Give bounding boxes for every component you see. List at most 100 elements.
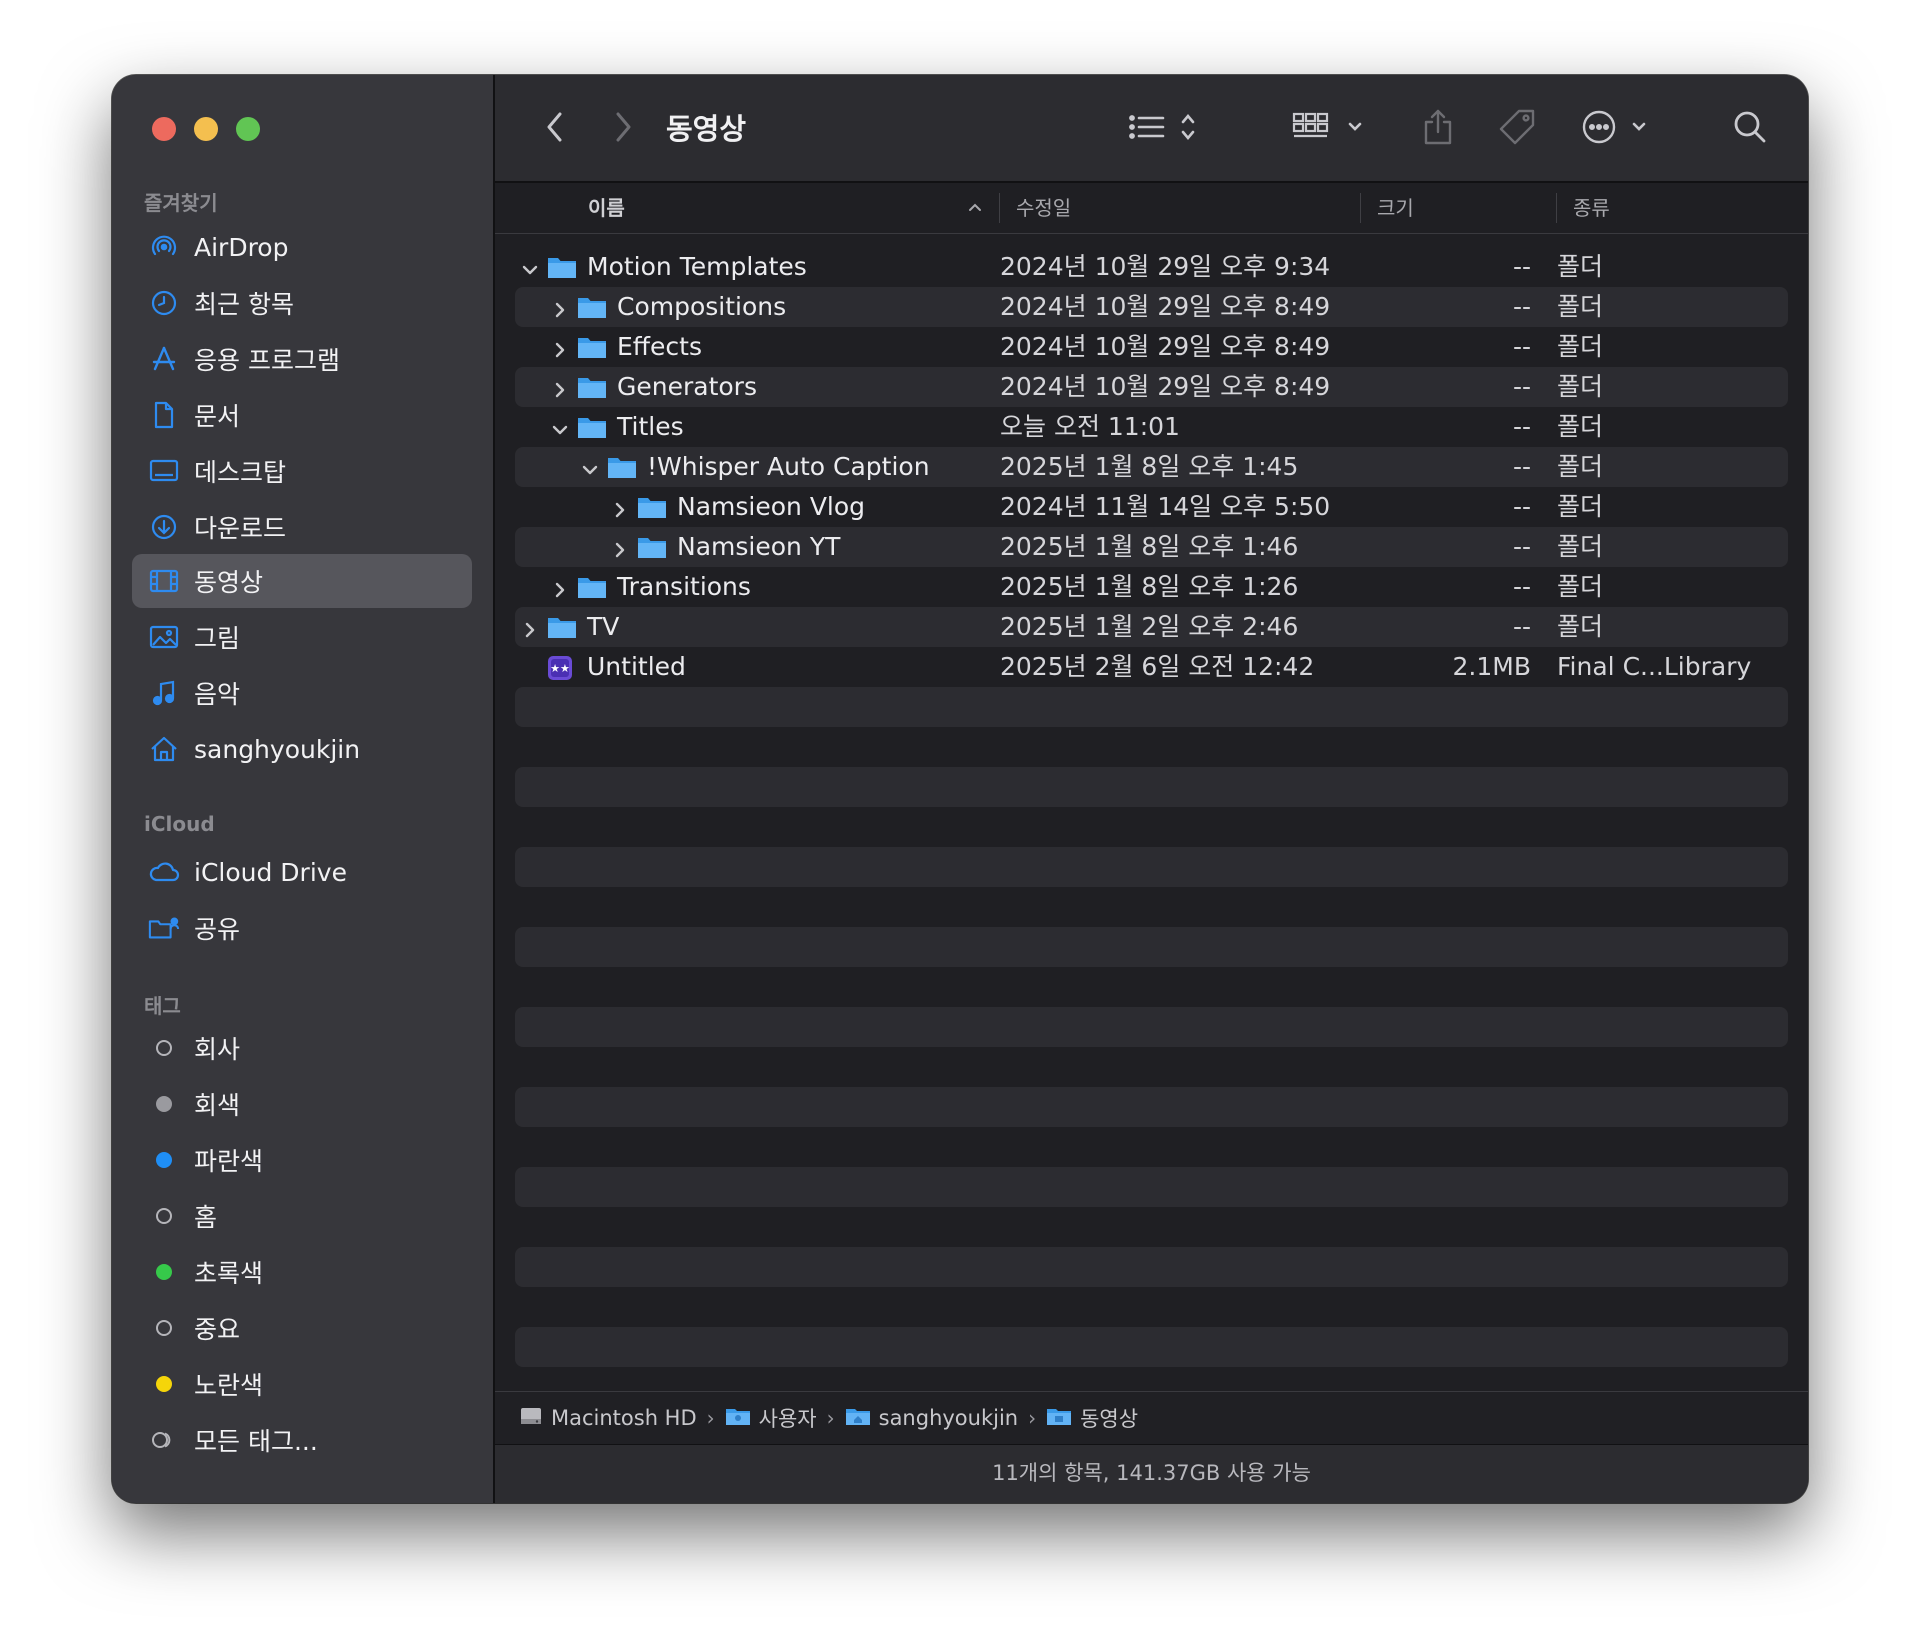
disclosure-expanded-icon[interactable] [520, 257, 540, 277]
empty-row [515, 1127, 1788, 1167]
sidebar-item-home[interactable]: sanghyoukjin [132, 722, 472, 776]
column-kind[interactable]: 종류 [1573, 183, 1610, 233]
file-row[interactable]: TV 2025년 1월 2일 오후 2:46 -- 폴더 [515, 607, 1788, 647]
forward-button[interactable] [603, 105, 643, 153]
zoom-button[interactable] [236, 117, 260, 141]
home-folder-icon [845, 1405, 871, 1432]
sidebar-item-label: 회색 [194, 1091, 241, 1120]
tag-button[interactable] [1495, 105, 1539, 153]
path-segment[interactable]: Macintosh HD [519, 1405, 697, 1432]
more-actions-button[interactable] [1581, 105, 1655, 153]
document-icon [148, 399, 180, 431]
column-modified[interactable]: 수정일 [1016, 183, 1071, 233]
minimize-button[interactable] [194, 117, 218, 141]
sidebar-tag-home[interactable]: 홈 [132, 1189, 472, 1243]
sidebar-item-documents[interactable]: 문서 [132, 388, 472, 442]
sidebar-item-label: 파란색 [194, 1147, 264, 1176]
sidebar-item-movies[interactable]: 동영상 [132, 554, 472, 608]
file-row[interactable]: Generators 2024년 10월 29일 오후 8:49 -- 폴더 [515, 367, 1788, 407]
column-header: 이름 수정일 크기 종류 [495, 183, 1808, 234]
file-date: 2025년 1월 8일 오후 1:26 [1000, 572, 1299, 601]
sidebar-item-downloads[interactable]: 다운로드 [132, 500, 472, 554]
disclosure-expanded-icon[interactable] [550, 417, 570, 437]
file-row[interactable]: !Whisper Auto Caption 2025년 1월 8일 오후 1:45… [515, 447, 1788, 487]
column-separator[interactable] [1360, 193, 1361, 223]
sidebar-tag-yellow[interactable]: 노란색 [132, 1357, 472, 1411]
folder-icon [607, 455, 637, 479]
disclosure-collapsed-icon[interactable] [550, 337, 570, 358]
sidebar-item-recents[interactable]: 최근 항목 [132, 276, 472, 330]
empty-row [515, 1247, 1788, 1287]
hard-drive-icon [519, 1405, 543, 1432]
sidebar-tag-blue[interactable]: 파란색 [132, 1133, 472, 1187]
group-by-button[interactable] [1291, 105, 1369, 153]
file-kind: 폴더 [1557, 532, 1604, 561]
empty-row [515, 927, 1788, 967]
file-row[interactable]: Transitions 2025년 1월 8일 오후 1:26 -- 폴더 [515, 567, 1788, 607]
back-button[interactable] [535, 105, 575, 153]
sidebar-item-icloud-drive[interactable]: iCloud Drive [132, 845, 472, 899]
path-segment[interactable]: 동영상 [1046, 1403, 1138, 1433]
sidebar-item-shared[interactable]: 공유 [132, 901, 472, 955]
disclosure-collapsed-icon[interactable] [550, 377, 570, 398]
folder-icon [637, 535, 667, 559]
sidebar-item-label: 동영상 [194, 568, 264, 597]
sidebar-tag-company[interactable]: 회사 [132, 1021, 472, 1075]
sidebar: 즐겨찾기 AirDrop 최근 항목 응용 프로그램 문서 데스크탑 다운로드 … [112, 75, 495, 1503]
file-row[interactable]: Motion Templates 2024년 10월 29일 오후 9:34 -- 폴… [515, 247, 1788, 287]
sidebar-item-music[interactable]: 음악 [132, 666, 472, 720]
sidebar-tag-all[interactable]: 모든 태그... [132, 1413, 472, 1467]
all-tags-icon [148, 1424, 180, 1456]
file-kind: 폴더 [1557, 252, 1604, 281]
disclosure-collapsed-icon[interactable] [610, 537, 630, 558]
column-separator[interactable] [999, 193, 1000, 223]
search-icon [1733, 110, 1767, 148]
disclosure-collapsed-icon[interactable] [550, 577, 570, 598]
file-row[interactable]: Namsieon YT 2025년 1월 8일 오후 1:46 -- 폴더 [515, 527, 1788, 567]
sidebar-tag-important[interactable]: 중요 [132, 1301, 472, 1355]
empty-row [515, 1087, 1788, 1127]
view-options-button[interactable] [1125, 105, 1205, 153]
file-date: 2025년 1월 8일 오후 1:46 [1000, 532, 1299, 561]
column-name[interactable]: 이름 [588, 183, 625, 233]
sidebar-tag-gray[interactable]: 회색 [132, 1077, 472, 1131]
search-button[interactable] [1730, 105, 1770, 153]
file-kind: 폴더 [1557, 372, 1604, 401]
path-segment[interactable]: 사용자 [725, 1403, 817, 1433]
file-row[interactable]: ★★ Untitled 2025년 2월 6일 오전 12:42 2.1MB Final… [515, 647, 1788, 687]
pictures-icon [148, 621, 180, 653]
file-kind: 폴더 [1557, 492, 1604, 521]
sidebar-item-pictures[interactable]: 그림 [132, 610, 472, 664]
sidebar-item-airdrop[interactable]: AirDrop [132, 220, 472, 274]
folder-icon [577, 335, 607, 359]
ellipsis-circle-icon [1582, 109, 1654, 149]
grid-icon [1292, 111, 1368, 147]
share-button[interactable] [1420, 105, 1456, 153]
close-button[interactable] [152, 117, 176, 141]
sidebar-item-label: AirDrop [194, 232, 289, 262]
sidebar-item-label: sanghyoukjin [194, 734, 361, 764]
column-size[interactable]: 크기 [1377, 183, 1414, 233]
sidebar-item-desktop[interactable]: 데스크탑 [132, 444, 472, 498]
file-row[interactable]: Effects 2024년 10월 29일 오후 8:49 -- 폴더 [515, 327, 1788, 367]
file-kind: 폴더 [1557, 412, 1604, 441]
file-name: Namsieon Vlog [677, 492, 866, 521]
disclosure-collapsed-icon[interactable] [520, 617, 540, 638]
sidebar-item-label: 초록색 [194, 1259, 264, 1288]
column-separator[interactable] [1556, 193, 1557, 223]
file-date: 2025년 1월 2일 오후 2:46 [1000, 612, 1299, 641]
sidebar-tag-green[interactable]: 초록색 [132, 1245, 472, 1299]
file-date: 2024년 10월 29일 오후 8:49 [1000, 372, 1331, 401]
folder-icon [577, 415, 607, 439]
disclosure-expanded-icon[interactable] [580, 457, 600, 477]
file-kind: 폴더 [1557, 572, 1604, 601]
disclosure-collapsed-icon[interactable] [610, 497, 630, 518]
empty-row [515, 1287, 1788, 1327]
disclosure-collapsed-icon[interactable] [550, 297, 570, 318]
path-segment[interactable]: sanghyoukjin [845, 1405, 1018, 1432]
share-icon [1422, 108, 1454, 150]
sidebar-item-applications[interactable]: 응용 프로그램 [132, 332, 472, 386]
file-row[interactable]: Compositions 2024년 10월 29일 오후 8:49 -- 폴더 [515, 287, 1788, 327]
file-row[interactable]: Namsieon Vlog 2024년 11월 14일 오후 5:50 -- 폴더 [515, 487, 1788, 527]
file-row[interactable]: Titles 오늘 오전 11:01 -- 폴더 [515, 407, 1788, 447]
